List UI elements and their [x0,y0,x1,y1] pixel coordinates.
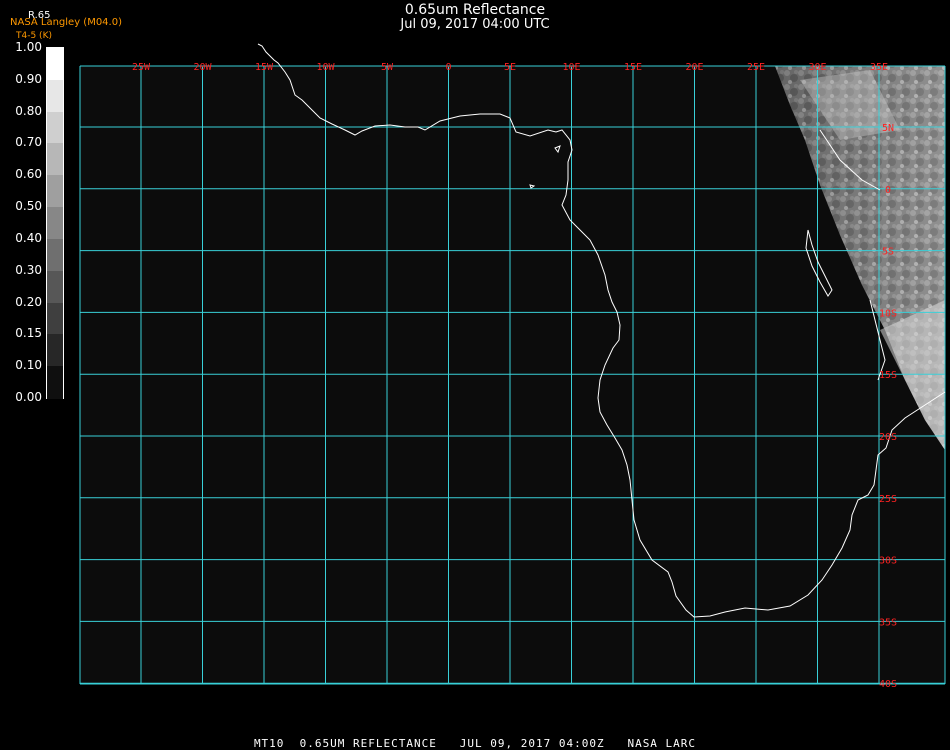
longitude-label: 35E [870,62,888,73]
footer-caption: MT10 0.65UM REFLECTANCE JUL 09, 2017 04:… [253,737,697,750]
latitude-label: 15S [879,370,897,381]
longitude-label: 0 [445,62,451,73]
longitude-label: 20W [193,62,212,73]
latitude-label: 10S [879,308,897,319]
latitude-label: 5S [882,247,894,258]
latitude-label: 40S [879,679,897,690]
latitude-label: 30S [879,556,897,567]
longitude-label: 5E [504,62,516,73]
latitude-label: 25S [879,494,897,505]
longitude-label: 15W [255,62,274,73]
longitude-label: 15E [624,62,642,73]
longitude-label: 10E [562,62,580,73]
longitude-label: 30E [808,62,826,73]
latitude-label: 0 [885,185,891,196]
longitude-label: 25W [132,62,151,73]
longitude-label: 10W [316,62,335,73]
latitude-label: 20S [879,432,897,443]
satellite-map: 25W 20W 15W 10W 5W 0 5E 10E 15E 20E 25E 30E 35E 5N 0 5S… [79,43,946,690]
longitude-label: 25E [747,62,765,73]
latitude-label: 35S [879,617,897,628]
longitude-label: 20E [685,62,703,73]
longitude-label: 5W [381,62,394,73]
latitude-label: 5N [882,123,894,134]
